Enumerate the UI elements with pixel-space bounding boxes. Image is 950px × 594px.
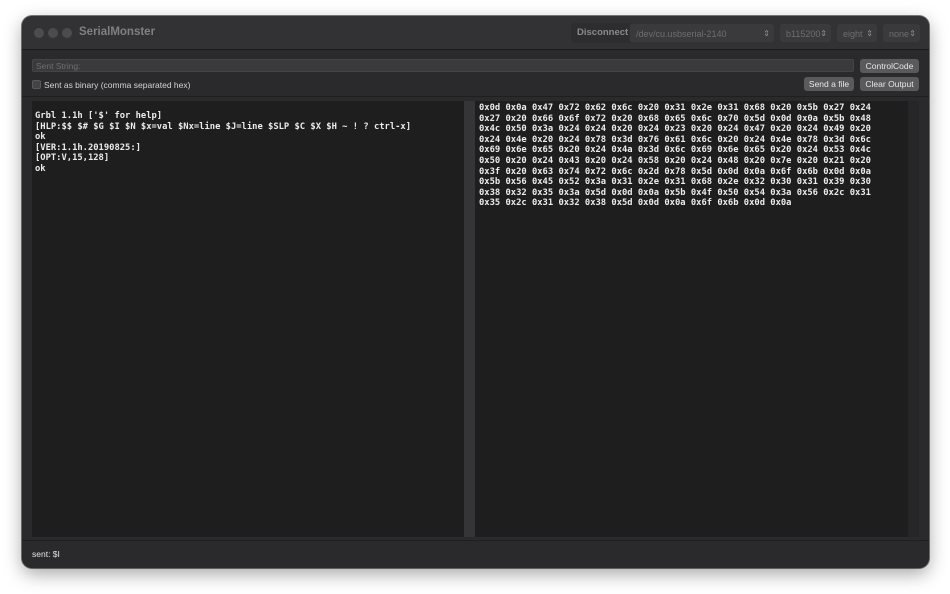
databits-select-value: eight (843, 29, 863, 39)
controlcode-button[interactable]: ControlCode (860, 59, 919, 73)
chevron-updown-icon: ⇕ (909, 29, 916, 38)
output-text-line: [HLP:$$ $# $G $I $N $x=val $Nx=line $J=l… (35, 121, 412, 132)
chevron-updown-icon: ⇕ (866, 29, 873, 38)
databits-select[interactable]: eight ⇕ (836, 23, 878, 43)
output-hex-line: 0x24 0x4e 0x20 0x24 0x78 0x3d 0x76 0x61 … (479, 134, 871, 145)
minimize-window-icon[interactable] (48, 28, 58, 38)
output-text-line: Grbl 1.1h ['$' for help] (35, 111, 163, 121)
app-window: SerialMonster Disconnect /dev/cu.usbseri… (22, 16, 929, 568)
send-toolbar: ControlCode Sent as binary (comma separa… (22, 51, 929, 97)
close-window-icon[interactable] (34, 28, 44, 38)
chevron-updown-icon: ⇕ (820, 29, 827, 38)
output-text-line: [OPT:V,15,128] (35, 153, 110, 164)
parity-select-value: none (889, 29, 910, 39)
binary-checkbox[interactable] (32, 80, 41, 89)
port-select[interactable]: /dev/cu.usbserial-2140 ⇕ (629, 23, 775, 43)
binary-checkbox-label: Sent as binary (comma separated hex) (44, 80, 191, 90)
status-text: sent: $I (32, 549, 60, 559)
output-text-line: ok (35, 132, 46, 143)
parity-select[interactable]: none ⇕ (882, 23, 921, 43)
baud-select[interactable]: b115200 ⇕ (779, 23, 832, 43)
disconnect-button[interactable]: Disconnect (571, 23, 635, 43)
port-select-value: /dev/cu.usbserial-2140 (636, 29, 727, 39)
clear-output-button[interactable]: Clear Output (860, 77, 919, 91)
split-divider[interactable] (464, 101, 475, 537)
output-hex-line: 0x27 0x20 0x66 0x6f 0x72 0x20 0x68 0x65 … (479, 113, 871, 124)
status-bar: sent: $I (22, 540, 929, 568)
zoom-window-icon[interactable] (62, 28, 72, 38)
output-hex-line: 0x69 0x6e 0x65 0x20 0x24 0x4a 0x3d 0x6c … (479, 145, 871, 156)
output-hex-line: 0x3f 0x20 0x63 0x74 0x72 0x6c 0x2d 0x78 … (479, 166, 871, 177)
output-hex-line: 0x35 0x2c 0x31 0x32 0x38 0x5d 0x0d 0x0a … (479, 198, 792, 209)
baud-select-value: b115200 (786, 29, 821, 39)
hex-output-pane[interactable]: 0x0d 0x0a 0x47 0x72 0x62 0x6c 0x20 0x31 … (475, 101, 908, 537)
output-hex-line: 0x0d 0x0a 0x47 0x72 0x62 0x6c 0x20 0x31 … (479, 103, 871, 113)
text-output-pane[interactable]: Grbl 1.1h ['$' for help] [HLP:$$ $# $G $I… (32, 101, 464, 537)
send-file-button[interactable]: Send a file (804, 77, 854, 91)
output-text-line: [VER:1.1h.20190825:] (35, 142, 141, 153)
title-bar: SerialMonster Disconnect /dev/cu.usbseri… (22, 16, 929, 50)
app-title: SerialMonster (79, 26, 156, 38)
output-hex-line: 0x5b 0x56 0x45 0x52 0x3a 0x31 0x2e 0x31 … (479, 177, 871, 188)
chevron-updown-icon: ⇕ (763, 29, 770, 38)
output-text-line: ok (35, 163, 46, 174)
vertical-scrollbar[interactable] (908, 101, 919, 537)
output-hex-line: 0x38 0x32 0x35 0x3a 0x5d 0x0d 0x0a 0x5b … (479, 187, 871, 198)
output-hex-line: 0x50 0x20 0x24 0x43 0x20 0x24 0x58 0x20 … (479, 155, 871, 166)
sent-string-input[interactable] (32, 59, 854, 72)
output-hex-line: 0x4c 0x50 0x3a 0x24 0x24 0x20 0x24 0x23 … (479, 124, 871, 135)
